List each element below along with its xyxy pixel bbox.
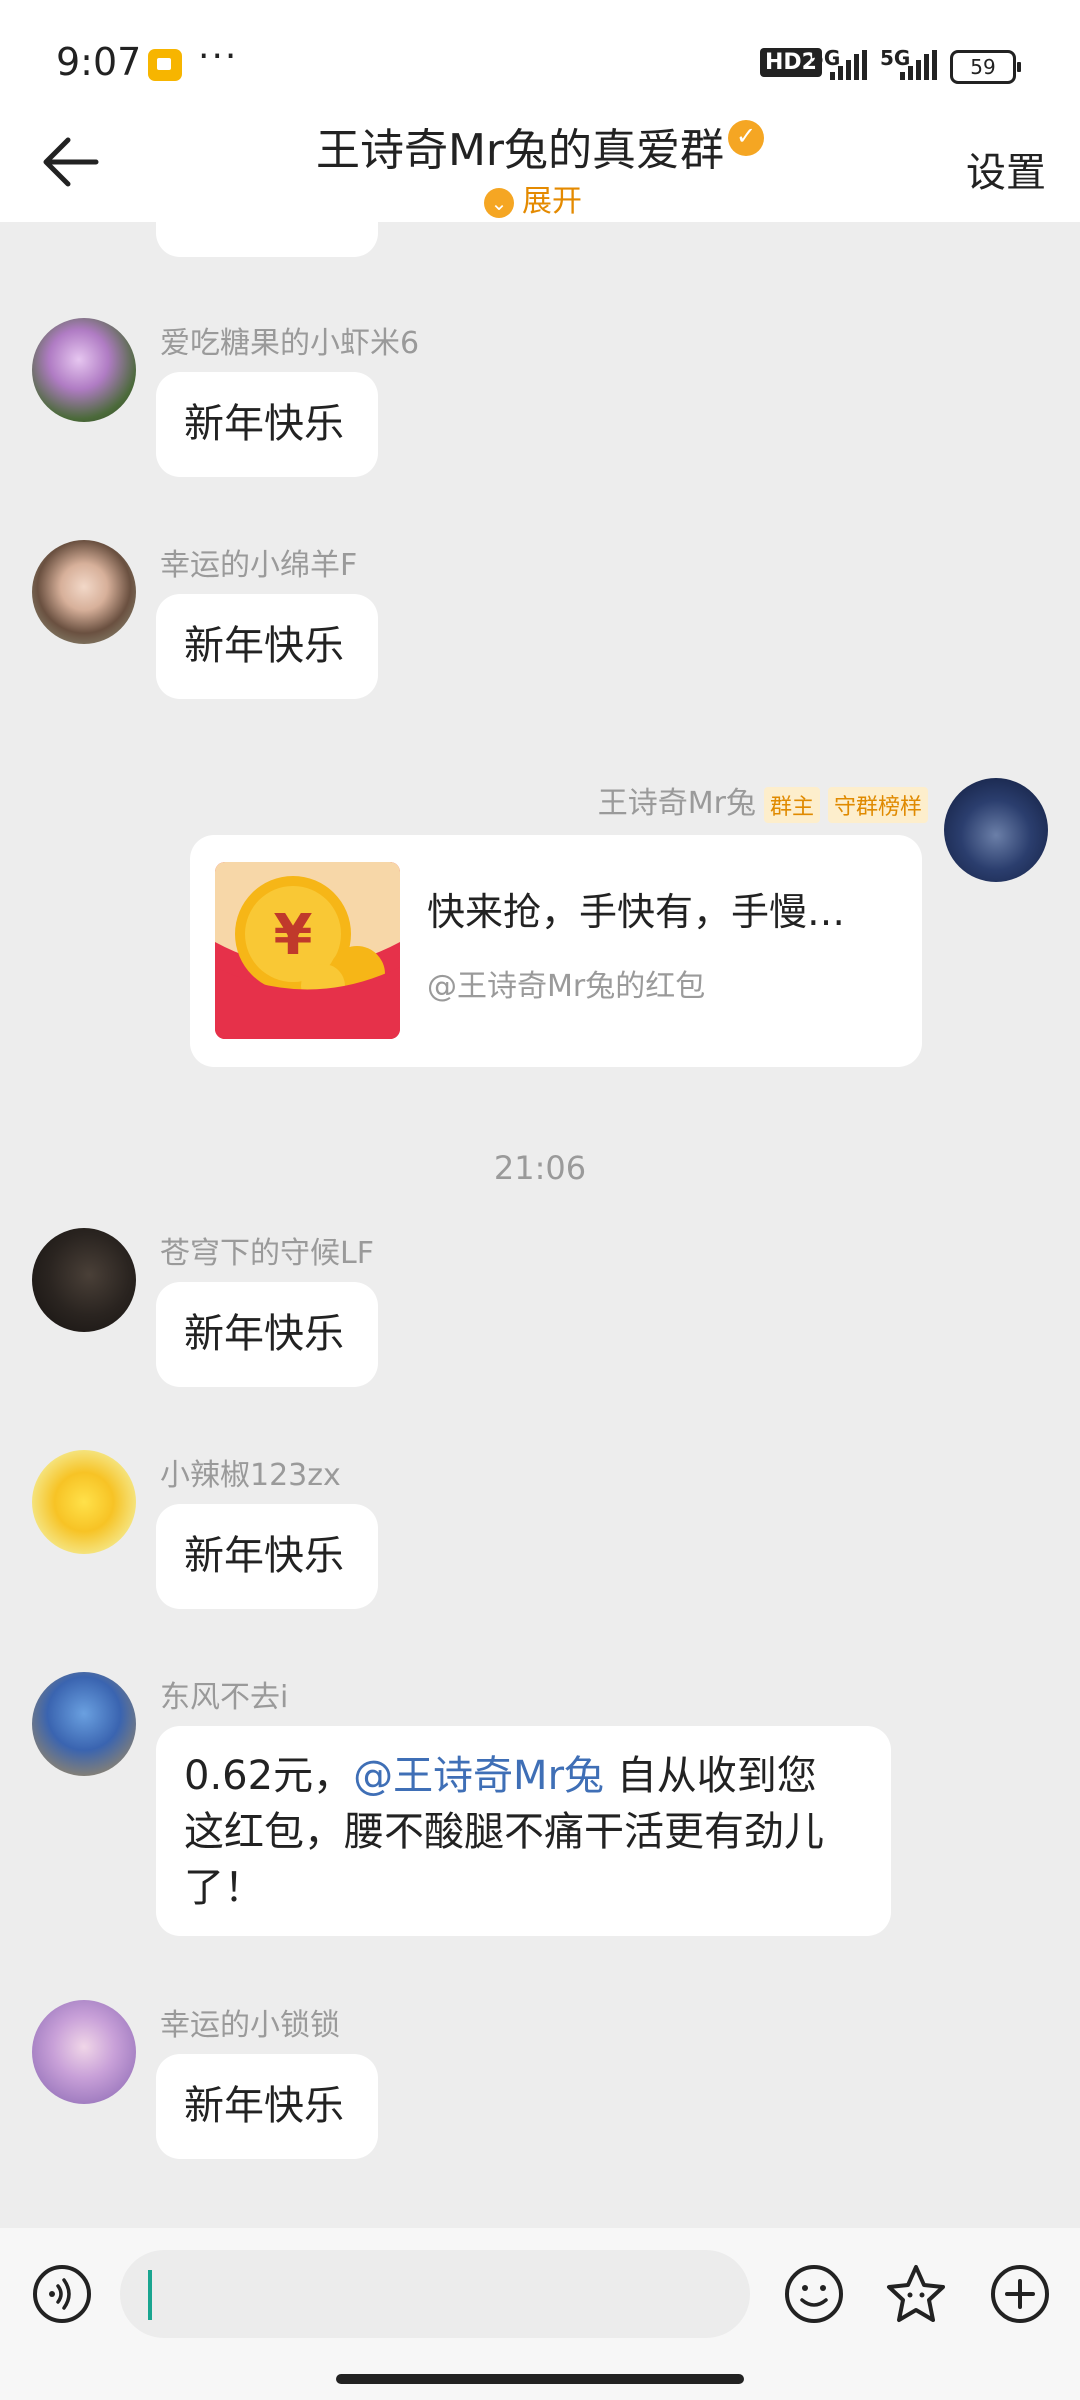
message-line: 0.62元，@王诗奇Mr兔 自从收到您 [184,1753,817,1799]
settings-button[interactable]: 设置 [966,140,1046,198]
signal-icon-2 [900,50,938,80]
status-bar: 9:07 ··· HD2 5G 5G 59 [0,0,1080,110]
mention-link[interactable]: @王诗奇Mr兔 [353,1753,604,1799]
more-notifications-icon: ··· [198,36,239,77]
avatar[interactable] [32,1672,136,1776]
notes-app-icon [148,49,182,81]
chat-header: 王诗奇Mr兔的真爱群 ⌄ 展开 设置 [0,110,1080,222]
sender-name: 幸运的小锁锁 [160,2008,340,2043]
title-area[interactable]: 王诗奇Mr兔的真爱群 [0,114,1080,178]
sender-name: 王诗奇Mr兔 [597,786,756,821]
verified-badge-icon [728,120,765,156]
message-line: 了！ [184,1865,264,1911]
message-line: 这红包，腰不酸腿不痛干活更有劲儿 [184,1809,824,1855]
expand-button[interactable]: ⌄ 展开 [484,176,582,220]
sender-name: 爱吃糖果的小虾米6 [160,326,420,361]
red-packet-title: 快来抢，手快有，手慢… [427,890,846,934]
avatar[interactable] [32,1450,136,1554]
emoji-icon[interactable] [784,2264,844,2324]
signal-icon-1 [830,50,868,80]
red-packet-card[interactable]: ¥ 快来抢，手快有，手慢… @王诗奇Mr兔的红包 [190,835,922,1067]
red-envelope-icon: ¥ [215,862,400,1039]
text-caret [148,2270,152,2320]
plus-icon[interactable] [990,2264,1050,2324]
message-bubble-partial[interactable] [156,222,378,257]
chevron-down-icon: ⌄ [484,187,514,218]
avatar[interactable] [32,318,136,422]
honor-badge: 守群榜样 [827,786,928,823]
avatar[interactable] [32,540,136,644]
clock: 9:07 [56,40,142,84]
sender-name: 东风不去i [160,1680,289,1715]
message-list[interactable]: 爱吃糖果的小虾米6 新年快乐 幸运的小绵羊F 新年快乐 王诗奇Mr兔 群主 守群榜样… [0,222,1080,2228]
message-bubble[interactable]: 新年快乐 [156,372,378,477]
message-bubble[interactable]: 新年快乐 [156,594,378,699]
time-separator: 21:06 [493,1149,587,1187]
message-bubble[interactable]: 0.62元，@王诗奇Mr兔 自从收到您 这红包，腰不酸腿不痛干活更有劲儿 了！ [156,1726,891,1936]
red-packet-subtitle: @王诗奇Mr兔的红包 [427,969,706,1004]
message-input[interactable] [120,2250,750,2338]
avatar[interactable] [32,2000,136,2104]
input-bar [0,2228,1080,2400]
sticker-star-icon[interactable] [884,2262,948,2326]
battery-icon: 59 [950,50,1021,84]
sender-name: 幸运的小绵羊F [160,548,358,583]
message-bubble[interactable]: 新年快乐 [156,1504,378,1609]
sender-name: 小辣椒123zx [160,1458,341,1493]
owner-badge: 群主 [763,786,820,823]
message-bubble[interactable]: 新年快乐 [156,2054,378,2159]
sender-name: 苍穹下的守候LF [160,1236,374,1271]
message-bubble[interactable]: 新年快乐 [156,1282,378,1387]
home-indicator[interactable] [336,2374,744,2384]
avatar[interactable] [32,1228,136,1332]
sender-name-row: 王诗奇Mr兔 群主 守群榜样 [598,778,928,823]
group-title: 王诗奇Mr兔的真爱群 [315,125,725,176]
avatar[interactable] [944,778,1048,882]
voice-input-icon[interactable] [32,2264,92,2324]
expand-label: 展开 [522,184,582,219]
svg-text:¥: ¥ [274,903,313,968]
